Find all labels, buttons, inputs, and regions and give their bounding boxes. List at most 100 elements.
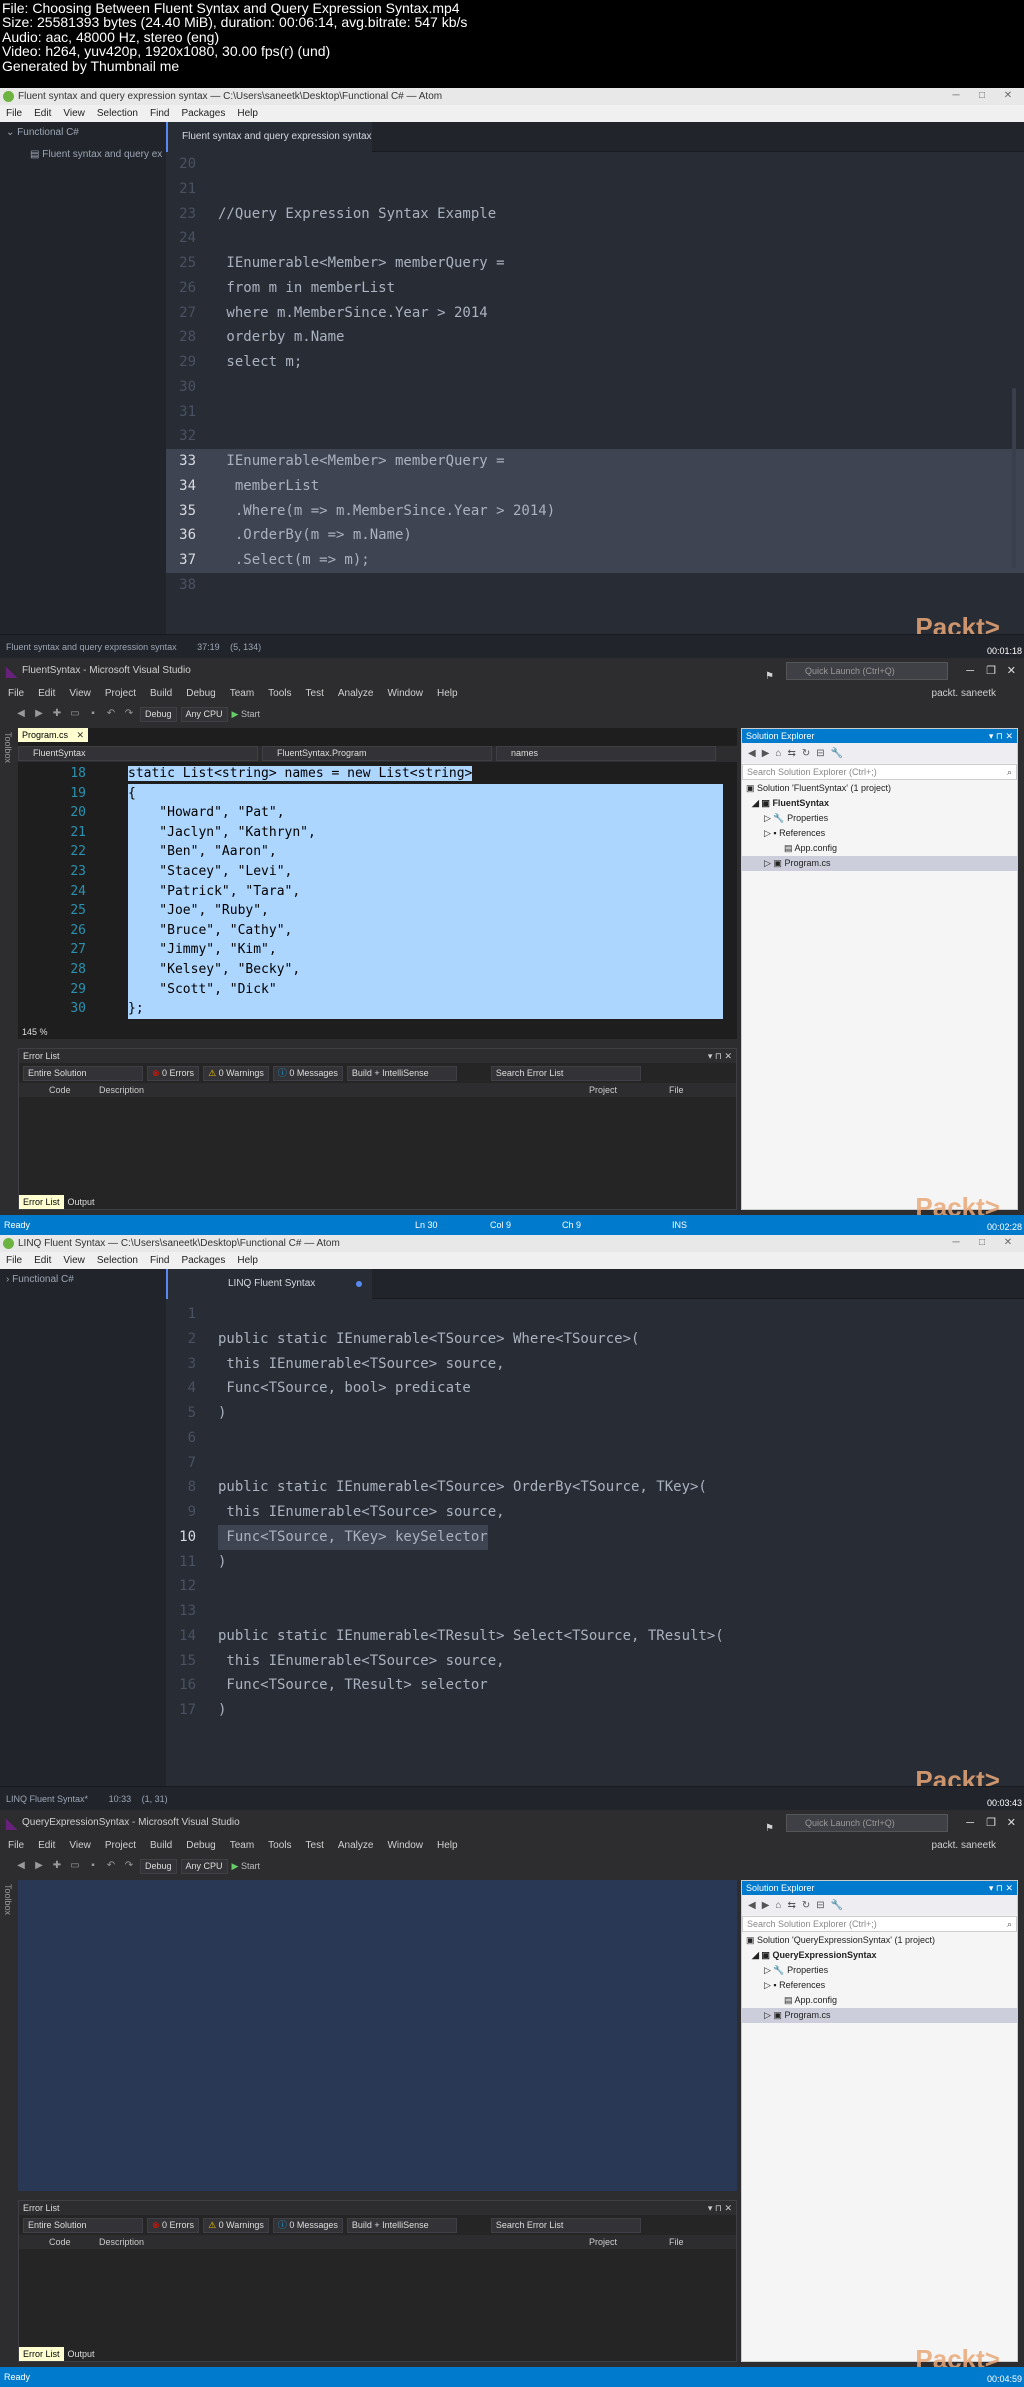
forward-icon[interactable]: ▶ xyxy=(32,1860,46,1872)
panel-controls-icon[interactable]: ▾ ⊓ ✕ xyxy=(989,1881,1013,1895)
new-project-icon[interactable]: ✚ xyxy=(50,708,64,720)
messages-filter-button[interactable]: ⓘ 0 Messages xyxy=(272,1065,343,1081)
open-icon[interactable]: ▭ xyxy=(68,1860,82,1872)
code-line[interactable]: 26 "Bruce", "Cathy", xyxy=(18,920,723,941)
code-line[interactable]: 31 xyxy=(166,400,1024,425)
minimize-icon[interactable]: ─ xyxy=(944,1236,968,1250)
code-line[interactable]: 8 public static IEnumerable<TSource> Orde… xyxy=(166,1475,1024,1500)
col-code[interactable]: Code xyxy=(49,2235,99,2249)
menu-project[interactable]: Project xyxy=(105,1836,136,1856)
errors-filter-button[interactable]: ⊗ 0 Errors xyxy=(147,2217,200,2233)
menu-selection[interactable]: Selection xyxy=(97,105,138,122)
menu-edit[interactable]: Edit xyxy=(34,1252,51,1269)
code-line[interactable]: 23 //Query Expression Syntax Example xyxy=(166,202,1024,227)
scope-select[interactable]: Entire Solution xyxy=(23,2217,143,2233)
nav-class-select[interactable]: FluentSyntax.Program xyxy=(262,746,492,761)
code-line[interactable]: 20 "Howard", "Pat", xyxy=(18,803,723,823)
undo-icon[interactable]: ↶ xyxy=(104,708,118,720)
code-line[interactable]: 12 xyxy=(166,1574,1024,1599)
minimize-icon[interactable]: ─ xyxy=(966,658,974,684)
code-line[interactable]: 38 xyxy=(166,573,1024,598)
code-line[interactable]: 29 select m; xyxy=(166,350,1024,375)
build-select[interactable]: Build + IntelliSense xyxy=(346,1065,457,1081)
code-line[interactable]: 4 Func<TSource, bool> predicate xyxy=(166,1376,1024,1401)
menu-view[interactable]: View xyxy=(69,684,91,704)
code-line[interactable]: 6 xyxy=(166,1426,1024,1451)
code-editor[interactable]: 1 2 public static IEnumerable<TSource> Whe… xyxy=(166,1302,1024,1723)
toolbox-tab[interactable]: Toolbox xyxy=(3,1884,13,1915)
menu-tools[interactable]: Tools xyxy=(268,1836,291,1856)
menu-edit[interactable]: Edit xyxy=(38,684,55,704)
code-line[interactable]: 5) xyxy=(166,1401,1024,1426)
col-project[interactable]: Project xyxy=(589,1083,669,1097)
doc-tab-program-cs[interactable]: Program.cs ✕ xyxy=(18,728,89,742)
code-line[interactable]: 13 xyxy=(166,1599,1024,1624)
tab-output[interactable]: Output xyxy=(64,1195,99,1209)
redo-icon[interactable]: ↷ xyxy=(122,1860,136,1872)
properties-node[interactable]: ▷ 🔧 Properties xyxy=(742,811,1017,826)
tab-error-list[interactable]: Error List xyxy=(19,1195,64,1209)
close-icon[interactable]: ✕ xyxy=(996,1236,1020,1250)
refresh-icon[interactable]: ↻ xyxy=(802,1900,810,1911)
solution-search-input[interactable]: Search Solution Explorer (Ctrl+;) ⌕ xyxy=(742,764,1017,780)
menu-help[interactable]: Help xyxy=(437,1836,458,1856)
code-line[interactable]: 1 xyxy=(166,1302,1024,1327)
menu-edit[interactable]: Edit xyxy=(38,1836,55,1856)
code-line[interactable]: 30 xyxy=(166,375,1024,400)
menu-team[interactable]: Team xyxy=(230,1836,254,1856)
sync-icon[interactable]: ⇆ xyxy=(787,1900,795,1911)
code-line[interactable]: 17) xyxy=(166,1698,1024,1723)
code-line[interactable]: 32 xyxy=(166,424,1024,449)
tab-error-list[interactable]: Error List xyxy=(19,2347,64,2361)
zoom-level[interactable]: 145 % xyxy=(18,1025,48,1039)
menu-tools[interactable]: Tools xyxy=(268,684,291,704)
code-line[interactable]: 9 this IEnumerable<TSource> source, xyxy=(166,1500,1024,1525)
start-button[interactable]: ▶ Start xyxy=(232,1861,260,1872)
warnings-filter-button[interactable]: ⚠ 0 Warnings xyxy=(203,1065,269,1081)
menu-build[interactable]: Build xyxy=(150,684,172,704)
panel-controls-icon[interactable]: ▾ ⊓ ✕ xyxy=(708,1049,732,1063)
appconfig-node[interactable]: ▤ App.config xyxy=(742,841,1017,856)
references-node[interactable]: ▷ ▪ References xyxy=(742,1978,1017,1993)
solution-search-input[interactable]: Search Solution Explorer (Ctrl+;) ⌕ xyxy=(742,1916,1017,1932)
platform-select[interactable]: Any CPU xyxy=(180,1858,228,1874)
menu-view[interactable]: View xyxy=(69,1836,91,1856)
code-line[interactable]: 15 this IEnumerable<TSource> source, xyxy=(166,1649,1024,1674)
code-line[interactable]: 25 "Joe", "Ruby", xyxy=(18,901,723,921)
user-account[interactable]: packt. saneetk xyxy=(932,684,996,704)
build-select[interactable]: Build + IntelliSense xyxy=(346,2217,457,2233)
menu-debug[interactable]: Debug xyxy=(186,684,215,704)
refresh-icon[interactable]: ↻ xyxy=(802,748,810,759)
program-cs-node[interactable]: ▷ ▣ Program.cs xyxy=(742,2008,1017,2023)
solution-node[interactable]: ▣ Solution 'FluentSyntax' (1 project) xyxy=(742,781,1017,796)
forward-icon[interactable]: ▶ xyxy=(32,708,46,720)
maximize-icon[interactable]: □ xyxy=(970,89,994,103)
close-icon[interactable]: ✕ xyxy=(1007,658,1016,684)
new-project-icon[interactable]: ✚ xyxy=(50,1860,64,1872)
code-line[interactable]: 14 public static IEnumerable<TResult> Sel… xyxy=(166,1624,1024,1649)
references-node[interactable]: ▷ ▪ References xyxy=(742,826,1017,841)
close-icon[interactable]: ✕ xyxy=(996,89,1020,103)
tree-root-folder[interactable]: ⌄ Functional C# xyxy=(0,122,166,144)
close-tab-icon[interactable]: ✕ xyxy=(76,728,84,742)
code-line[interactable]: 25 IEnumerable<Member> memberQuery = xyxy=(166,251,1024,276)
search-error-list-input[interactable]: Search Error List xyxy=(490,1065,641,1081)
code-line[interactable]: 7 xyxy=(166,1451,1024,1476)
menu-file[interactable]: File xyxy=(6,105,22,122)
code-line[interactable]: 27 where m.MemberSince.Year > 2014 xyxy=(166,301,1024,326)
menu-analyze[interactable]: Analyze xyxy=(338,684,374,704)
menu-packages[interactable]: Packages xyxy=(181,1252,225,1269)
code-line[interactable]: 18 static List<string> names = new List<s… xyxy=(18,764,723,784)
panel-controls-icon[interactable]: ▾ ⊓ ✕ xyxy=(708,2201,732,2215)
tab-linq-fluent[interactable]: LINQ Fluent Syntax xyxy=(166,1269,372,1299)
project-node[interactable]: ◢ ▣ FluentSyntax xyxy=(742,796,1017,811)
code-line[interactable]: 22 "Ben", "Aaron", xyxy=(18,842,723,862)
user-account[interactable]: packt. saneetk xyxy=(932,1836,996,1856)
minimize-icon[interactable]: ─ xyxy=(966,1810,974,1836)
code-line[interactable]: 33 IEnumerable<Member> memberQuery = xyxy=(166,449,1024,474)
code-editor[interactable]: 20 21 23//Query Expression Syntax Example 2… xyxy=(166,152,1024,598)
project-node[interactable]: ◢ ▣ QueryExpressionSyntax xyxy=(742,1948,1017,1963)
program-cs-node[interactable]: ▷ ▣ Program.cs xyxy=(742,856,1017,871)
messages-filter-button[interactable]: ⓘ 0 Messages xyxy=(272,2217,343,2233)
code-line[interactable]: 34 memberList xyxy=(166,473,1024,499)
